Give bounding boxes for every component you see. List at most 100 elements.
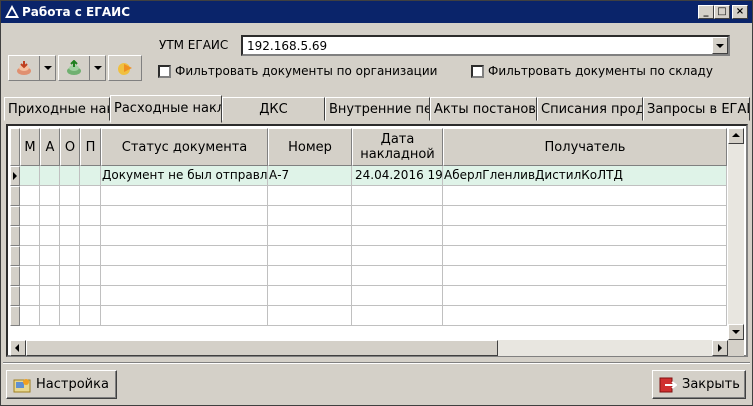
empty-cell[interactable] [80, 186, 101, 206]
tab-outgoing[interactable]: Расходные накладные [110, 95, 222, 123]
empty-cell[interactable] [60, 286, 80, 306]
tab-dks[interactable]: ДКС [222, 97, 325, 121]
empty-cell[interactable] [443, 246, 727, 266]
header-p[interactable]: П [80, 128, 101, 166]
empty-cell[interactable] [443, 186, 727, 206]
empty-cell[interactable] [101, 226, 268, 246]
chevron-down-icon[interactable] [89, 56, 105, 80]
empty-cell[interactable] [80, 286, 101, 306]
chevron-down-icon[interactable] [39, 56, 55, 80]
header-o[interactable]: О [60, 128, 80, 166]
title-bar[interactable]: Работа с ЕГАИС _ □ × [1, 1, 752, 23]
empty-cell[interactable] [20, 186, 40, 206]
close-button[interactable]: Закрыть [652, 370, 746, 399]
empty-cell[interactable] [20, 286, 40, 306]
empty-cell[interactable] [80, 206, 101, 226]
empty-cell[interactable] [352, 306, 443, 326]
empty-cell[interactable] [352, 246, 443, 266]
forward-button[interactable] [108, 55, 142, 81]
empty-cell[interactable] [443, 226, 727, 246]
cell-p[interactable] [80, 166, 101, 186]
cell-recipient[interactable]: АберлГленливДистилКоЛТД [443, 166, 727, 186]
empty-cell[interactable] [20, 246, 40, 266]
scroll-down-icon[interactable] [728, 324, 744, 340]
empty-cell[interactable] [352, 286, 443, 306]
vertical-scrollbar[interactable] [728, 128, 744, 340]
empty-cell[interactable] [20, 266, 40, 286]
empty-cell[interactable] [268, 226, 352, 246]
tab-requests[interactable]: Запросы в ЕГАИС [643, 97, 750, 121]
empty-cell[interactable] [40, 246, 60, 266]
utm-address-combo[interactable]: 192.168.5.69 [241, 35, 730, 56]
cell-a[interactable] [40, 166, 60, 186]
empty-cell[interactable] [20, 306, 40, 326]
settings-button[interactable]: Настройка [6, 370, 117, 399]
empty-cell[interactable] [60, 226, 80, 246]
empty-cell[interactable] [268, 246, 352, 266]
empty-cell[interactable] [268, 306, 352, 326]
empty-cell[interactable] [101, 186, 268, 206]
empty-cell[interactable] [80, 226, 101, 246]
upload-button[interactable] [58, 55, 106, 81]
empty-cell[interactable] [40, 306, 60, 326]
empty-cell[interactable] [40, 226, 60, 246]
empty-cell[interactable] [60, 266, 80, 286]
empty-cell[interactable] [443, 206, 727, 226]
cell-m[interactable] [20, 166, 40, 186]
empty-cell[interactable] [40, 186, 60, 206]
empty-cell[interactable] [20, 206, 40, 226]
cell-o[interactable] [60, 166, 80, 186]
checkbox-box[interactable] [471, 64, 484, 78]
empty-cell[interactable] [40, 286, 60, 306]
filter-by-warehouse-checkbox[interactable]: Фильтровать документы по складу [471, 64, 713, 78]
empty-cell[interactable] [352, 186, 443, 206]
tab-writeoffs[interactable]: Списания продукции [537, 97, 643, 121]
empty-cell[interactable] [352, 206, 443, 226]
header-number[interactable]: Номер [268, 128, 352, 166]
filter-by-org-checkbox[interactable]: Фильтровать документы по организации [158, 64, 437, 78]
cell-date[interactable]: 24.04.2016 19 [352, 166, 443, 186]
tab-acts[interactable]: Акты постановки [430, 97, 537, 121]
header-a[interactable]: А [40, 128, 60, 166]
scroll-right-icon[interactable] [712, 340, 728, 356]
empty-cell[interactable] [80, 246, 101, 266]
empty-cell[interactable] [352, 226, 443, 246]
cell-status[interactable]: Документ не был отправлен [101, 166, 268, 186]
close-icon[interactable]: × [732, 5, 748, 19]
empty-cell[interactable] [60, 186, 80, 206]
horizontal-scrollbar[interactable] [10, 340, 728, 356]
empty-cell[interactable] [60, 206, 80, 226]
cell-number[interactable]: А-7 [268, 166, 352, 186]
empty-cell[interactable] [268, 286, 352, 306]
empty-cell[interactable] [101, 206, 268, 226]
empty-cell[interactable] [352, 266, 443, 286]
horizontal-scroll-thumb[interactable] [26, 340, 498, 356]
empty-cell[interactable] [101, 246, 268, 266]
header-m[interactable]: М [20, 128, 40, 166]
load-button[interactable] [8, 55, 56, 81]
empty-cell[interactable] [101, 306, 268, 326]
empty-cell[interactable] [268, 266, 352, 286]
empty-cell[interactable] [80, 306, 101, 326]
empty-cell[interactable] [60, 306, 80, 326]
chevron-down-icon[interactable] [712, 37, 728, 54]
checkbox-box[interactable] [158, 64, 171, 78]
empty-cell[interactable] [20, 226, 40, 246]
tab-incoming[interactable]: Приходные накладные [4, 97, 110, 121]
empty-cell[interactable] [40, 206, 60, 226]
maximize-icon[interactable]: □ [714, 5, 730, 19]
scroll-up-icon[interactable] [728, 128, 744, 144]
empty-cell[interactable] [268, 206, 352, 226]
empty-cell[interactable] [443, 266, 727, 286]
empty-cell[interactable] [40, 266, 60, 286]
header-recipient[interactable]: Получатель [443, 128, 727, 166]
header-date[interactable]: Дата накладной [352, 128, 443, 166]
minimize-icon[interactable]: _ [698, 5, 714, 19]
tab-internal[interactable]: Внутренние перемещения [325, 97, 430, 121]
empty-cell[interactable] [80, 266, 101, 286]
empty-cell[interactable] [443, 286, 727, 306]
empty-cell[interactable] [443, 306, 727, 326]
empty-cell[interactable] [60, 246, 80, 266]
empty-cell[interactable] [101, 266, 268, 286]
header-status[interactable]: Статус документа [101, 128, 268, 166]
